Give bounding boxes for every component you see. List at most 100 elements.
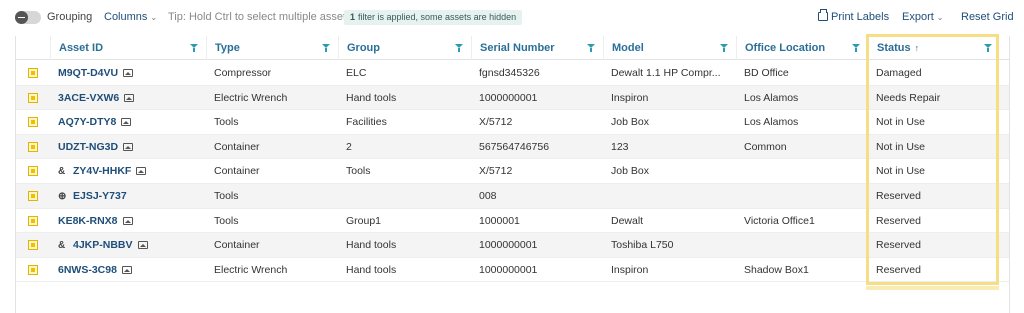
cell-model [603, 184, 736, 208]
filter-icon[interactable] [720, 44, 728, 52]
export-button[interactable]: Export ⌄ [902, 11, 944, 23]
reset-grid-button[interactable]: Reset Grid [961, 11, 1014, 23]
horizontal-scrollbar[interactable] [866, 286, 999, 290]
column-title: Group [347, 42, 380, 54]
cell-serial-number: 1000000001 [479, 263, 538, 276]
chevron-down-icon: ⌄ [150, 13, 158, 22]
cell-type: Container [214, 140, 260, 153]
cell-group: 2 [346, 140, 352, 153]
filter-icon[interactable] [587, 44, 595, 52]
cell-type: Tools [214, 214, 239, 227]
table-row[interactable]: KE8K-RNX8 Tools Group1 1000001 Dewalt Victori… [16, 209, 1009, 234]
column-title: Type [215, 42, 240, 54]
filter-icon[interactable] [190, 44, 198, 52]
tip-text: Tip: Hold Ctrl to select multiple assets… [168, 11, 355, 23]
cell-asset-id[interactable]: AQ7Y-DTY8 [50, 110, 206, 134]
image-icon[interactable] [121, 265, 132, 274]
select-column-header[interactable] [16, 36, 49, 60]
kit-icon: ⊕ [58, 191, 67, 202]
column-header-type[interactable]: Type [206, 36, 338, 60]
image-icon[interactable] [136, 167, 147, 176]
row-select-checkbox[interactable] [28, 117, 38, 128]
image-icon[interactable] [123, 69, 134, 77]
cell-office-location: Los Alamos [744, 116, 799, 129]
cell-asset-id[interactable]: ⊕ EJSJ-Y737 [50, 184, 206, 208]
asset-id-link[interactable]: EJSJ-Y737 [73, 190, 127, 202]
column-title: Serial Number [480, 42, 555, 54]
filter-icon[interactable] [455, 44, 463, 52]
table-row[interactable]: 3ACE-VXW6 Electric Wrench Hand tools 100000… [16, 85, 1009, 111]
row-select-checkbox[interactable] [28, 240, 38, 251]
cell-asset-id[interactable]: KE8K-RNX8 [50, 209, 206, 233]
filter-icon[interactable] [984, 44, 992, 52]
assets-grid: Asset ID Type Group Serial Number Model … [15, 36, 1010, 313]
cell-office-location [736, 233, 868, 257]
column-header-model[interactable]: Model [603, 36, 736, 60]
cell-model: 123 [611, 140, 629, 153]
asset-id-link[interactable]: 4JKP-NBBV [73, 239, 133, 251]
asset-id-link[interactable]: UDZT-NG3D [58, 141, 118, 153]
columns-button[interactable]: Columns ⌄ [104, 11, 157, 23]
column-title: Asset ID [59, 42, 104, 54]
cell-type: Tools [214, 190, 239, 202]
print-labels-button[interactable]: Print Labels [818, 9, 889, 23]
row-select-checkbox[interactable] [28, 68, 38, 78]
column-header-group[interactable]: Group [338, 36, 471, 60]
grid-header: Asset ID Type Group Serial Number Model … [16, 36, 1009, 60]
column-title: Status [877, 42, 911, 54]
column-header-asset-id[interactable]: Asset ID [50, 36, 206, 60]
row-select-checkbox[interactable] [28, 215, 38, 226]
cell-office-location: Common [744, 140, 787, 153]
table-row[interactable]: AQ7Y-DTY8 Tools Facilities X/5712 Job Box Los… [16, 110, 1009, 135]
table-row[interactable]: UDZT-NG3D Container 2 567564746756 123 Common… [16, 134, 1009, 160]
table-row[interactable]: & ZY4V-HHKF Container Tools X/5712 Job Box Not… [16, 159, 1009, 184]
toolbar: Grouping Columns ⌄ Tip: Hold Ctrl to sele… [0, 0, 1024, 36]
asset-id-link[interactable]: ZY4V-HHKF [73, 165, 131, 177]
table-row[interactable]: & 4JKP-NBBV Container Hand tools 1000000001 T… [16, 233, 1009, 258]
row-select-checkbox[interactable] [28, 92, 38, 103]
image-icon[interactable] [121, 118, 132, 127]
reset-grid-label: Reset Grid [961, 11, 1014, 23]
cell-serial-number: 567564746756 [479, 140, 550, 153]
asset-id-link[interactable]: 3ACE-VXW6 [58, 92, 119, 104]
table-row[interactable]: ⊕ EJSJ-Y737 Tools 008 Reserved [16, 184, 1009, 209]
filter-icon[interactable] [322, 44, 330, 52]
cell-type: Compressor [214, 67, 272, 79]
export-label: Export [902, 11, 934, 23]
image-icon[interactable] [123, 142, 134, 151]
cell-status: Reserved [876, 214, 921, 227]
cell-type: Electric Wrench [214, 91, 288, 104]
cell-type: Electric Wrench [214, 263, 288, 276]
asset-id-link[interactable]: KE8K-RNX8 [58, 215, 118, 227]
row-select-checkbox[interactable] [28, 191, 38, 201]
asset-id-link[interactable]: M9QT-D4VU [58, 67, 118, 79]
filter-status-badge: 1 filter is applied, some assets are hidd… [344, 10, 523, 25]
cell-serial-number: X/5712 [479, 116, 513, 129]
row-select-checkbox[interactable] [28, 141, 38, 152]
linked-asset-icon: & [58, 240, 66, 252]
cell-asset-id[interactable]: 3ACE-VXW6 [50, 86, 206, 110]
cell-asset-id[interactable]: UDZT-NG3D [50, 135, 206, 159]
table-row[interactable]: M9QT-D4VU Compressor ELC fgnsd345326 Dewalt … [16, 61, 1009, 86]
cell-status: Not in Use [876, 116, 926, 129]
cell-asset-id[interactable]: & ZY4V-HHKF [50, 159, 206, 183]
cell-asset-id[interactable]: & 4JKP-NBBV [50, 233, 206, 257]
grouping-toggle[interactable] [15, 11, 41, 24]
column-header-serial-number[interactable]: Serial Number [471, 36, 603, 60]
cell-asset-id[interactable]: 6NWS-3C98 [50, 258, 206, 282]
cell-asset-id[interactable]: M9QT-D4VU [50, 61, 206, 85]
row-select-checkbox[interactable] [28, 264, 38, 275]
asset-id-link[interactable]: AQ7Y-DTY8 [58, 116, 116, 128]
table-row[interactable]: 6NWS-3C98 Electric Wrench Hand tools 100000… [16, 258, 1009, 283]
image-icon[interactable] [122, 216, 133, 225]
cell-group: Hand tools [346, 91, 397, 104]
row-select-checkbox[interactable] [28, 166, 38, 177]
cell-model: Dewalt 1.1 HP Compr... [611, 67, 721, 79]
cell-serial-number: X/5712 [479, 165, 513, 178]
image-icon[interactable] [124, 93, 135, 102]
column-header-office-location[interactable]: Office Location [736, 36, 868, 60]
filter-icon[interactable] [852, 44, 860, 52]
column-header-status[interactable]: Status ↑ [868, 36, 1000, 60]
asset-id-link[interactable]: 6NWS-3C98 [58, 264, 117, 276]
image-icon[interactable] [137, 241, 148, 250]
